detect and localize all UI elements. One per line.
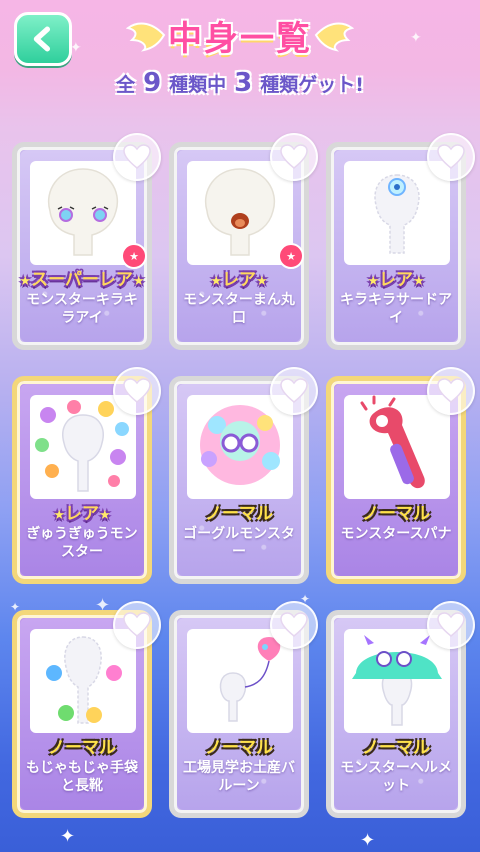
item-card[interactable]: ノーマル ゴーグルモンスター [169, 367, 318, 584]
rarity-label: ノーマル [362, 504, 430, 524]
heart-icon [123, 378, 151, 403]
heart-icon [437, 612, 465, 637]
sparkle-icon: ✦ [410, 30, 422, 46]
rarity-label: ★レア★ [367, 270, 425, 290]
favorite-button[interactable] [270, 367, 318, 415]
sparkle-icon: ✦ [360, 830, 376, 851]
rarity-label: ノーマル [362, 738, 430, 758]
wing-left-icon [126, 22, 166, 52]
favorite-button[interactable] [113, 601, 161, 649]
heart-icon [123, 144, 151, 169]
count-mid: 種類中 [169, 74, 227, 96]
heart-icon [280, 378, 308, 403]
item-name: モンスターヘルメット [340, 760, 452, 794]
favorite-button[interactable] [113, 367, 161, 415]
item-image [344, 629, 450, 733]
title-text: 中身一覧 [168, 18, 312, 59]
item-card[interactable]: ★ ★レア★ モンスターまん丸口 [169, 133, 318, 350]
item-name: 工場見学お土産バルーン [183, 760, 295, 794]
back-button[interactable] [14, 12, 72, 66]
item-image [30, 395, 136, 499]
sparkle-icon: ✦ [60, 826, 76, 847]
favorite-button[interactable] [427, 367, 475, 415]
item-name: もじゃもじゃ手袋と長靴 [26, 760, 138, 794]
item-card[interactable]: ノーマル モンスタースパナ [326, 367, 475, 584]
item-image [187, 629, 293, 733]
item-name: モンスターキラキラアイ [26, 292, 138, 326]
favorite-button[interactable] [427, 133, 475, 181]
favorite-button[interactable] [113, 133, 161, 181]
total-count: 9 [143, 68, 162, 98]
favorite-button[interactable] [270, 601, 318, 649]
star-icon: ★ [129, 249, 139, 263]
heart-icon [123, 612, 151, 637]
item-image [344, 395, 450, 499]
count-suffix: 種類ゲット! [260, 74, 364, 96]
rarity-label: ★レア★ [53, 504, 111, 524]
item-image [187, 161, 293, 265]
item-image [187, 395, 293, 499]
item-name: ゴーグルモンスター [183, 526, 295, 560]
star-icon: ★ [286, 249, 296, 263]
item-card[interactable]: ★レア★ ぎゅうぎゅうモンスター [12, 367, 161, 584]
rarity-label: ★スーパーレア★ [19, 270, 145, 290]
rarity-label: ★レア★ [210, 270, 268, 290]
item-name: キラキラサードアイ [340, 292, 452, 326]
item-card[interactable]: ★レア★ キラキラサードアイ [326, 133, 475, 350]
heart-icon [280, 144, 308, 169]
item-image [30, 629, 136, 733]
owned-count: 3 [234, 68, 253, 98]
item-card[interactable]: ノーマル 工場見学お土産バルーン [169, 601, 318, 818]
item-name: ぎゅうぎゅうモンスター [26, 526, 138, 560]
favorite-button[interactable] [270, 133, 318, 181]
heart-icon [437, 144, 465, 169]
heart-icon [437, 378, 465, 403]
page-title: 中身一覧 [126, 8, 354, 62]
item-card[interactable]: ノーマル モンスターヘルメット [326, 601, 475, 818]
item-card[interactable]: ★ ★スーパーレア★ モンスターキラキラアイ [12, 133, 161, 350]
rarity-label: ノーマル [205, 738, 273, 758]
count-prefix: 全 [116, 74, 136, 96]
item-image [30, 161, 136, 265]
item-name: モンスターまん丸口 [183, 292, 295, 326]
item-card[interactable]: ノーマル もじゃもじゃ手袋と長靴 [12, 601, 161, 818]
chevron-left-icon [33, 26, 51, 52]
item-image [344, 161, 450, 265]
collection-count: 全 9 種類中 3 種類ゲット! [0, 68, 480, 100]
heart-icon [280, 612, 308, 637]
rarity-label: ノーマル [205, 504, 273, 524]
rarity-label: ノーマル [48, 738, 116, 758]
favorite-button[interactable] [427, 601, 475, 649]
item-name: モンスタースパナ [340, 526, 452, 542]
wing-right-icon [314, 22, 354, 52]
